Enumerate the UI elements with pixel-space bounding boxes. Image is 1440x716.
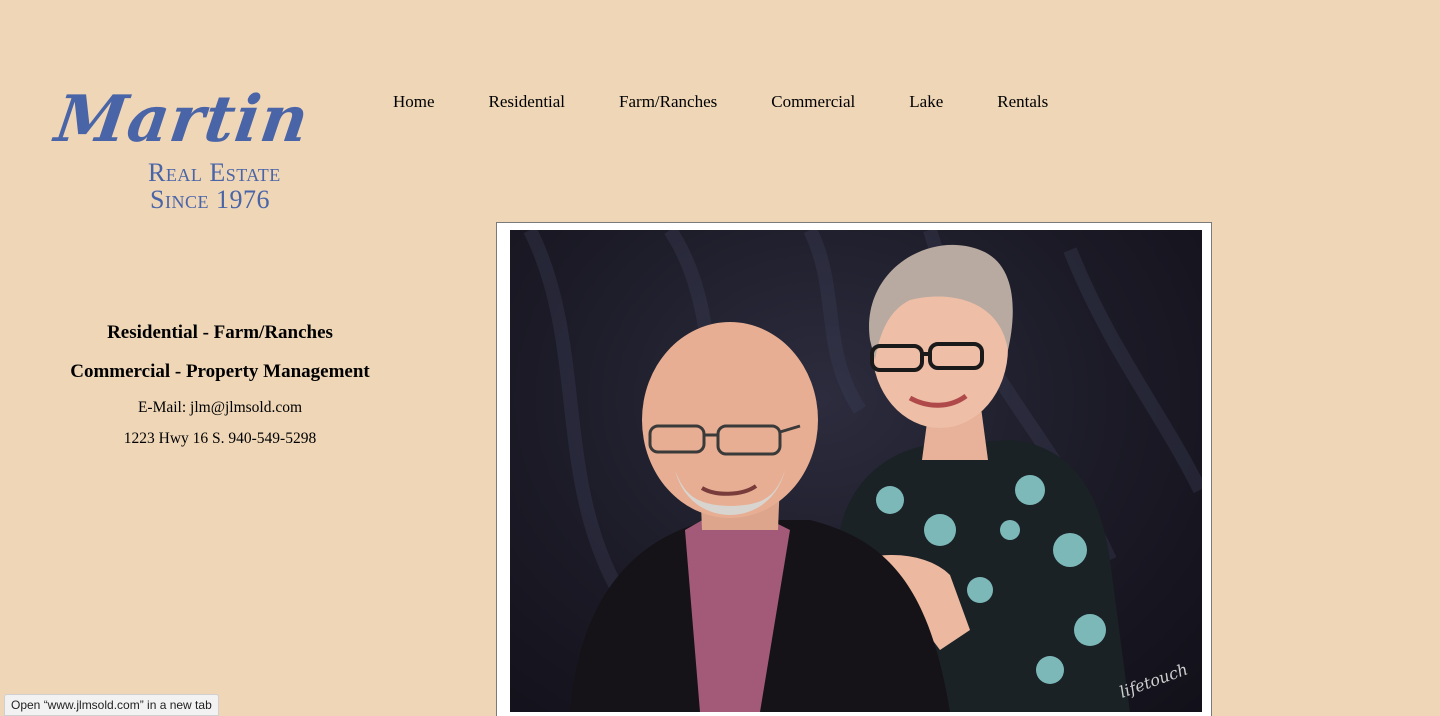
tagline-commercial-management: Commercial - Property Management [70,361,370,382]
photo-frame: lifetouch [496,222,1212,716]
nav-item-lake[interactable]: Lake [909,92,943,112]
logo-script-text: Martin [50,82,314,157]
page: Martin Real Estate Since 1976 Home Resid… [0,0,1440,716]
logo-subtitle-line1: Real Estate [148,158,281,187]
nav-item-home[interactable]: Home [393,92,435,112]
nav-item-commercial[interactable]: Commercial [771,92,855,112]
logo-subtitle-line2: Since 1976 [150,185,270,214]
owners-portrait-photo: lifetouch [510,230,1202,712]
nav-item-farm-ranches[interactable]: Farm/Ranches [619,92,717,112]
photo-signature: lifetouch [1117,660,1190,702]
nav-item-rentals[interactable]: Rentals [997,92,1048,112]
tagline-residential-farm: Residential - Farm/Ranches [107,322,333,343]
address-phone-line: 1223 Hwy 16 S. 940-549-5298 [123,430,317,447]
browser-status-tooltip: Open “www.jlmsold.com” in a new tab [4,694,219,716]
main-nav: Home Residential Farm/Ranches Commercial… [393,92,1048,112]
contact-info: Residential - Farm/Ranches Commercial - … [20,320,420,448]
portrait-illustration: lifetouch [523,230,1202,712]
site-logo[interactable]: Martin Real Estate Since 1976 [51,82,316,218]
email-line[interactable]: E-Mail: jlm@jlmsold.com [20,399,420,417]
nav-item-residential[interactable]: Residential [489,92,565,112]
